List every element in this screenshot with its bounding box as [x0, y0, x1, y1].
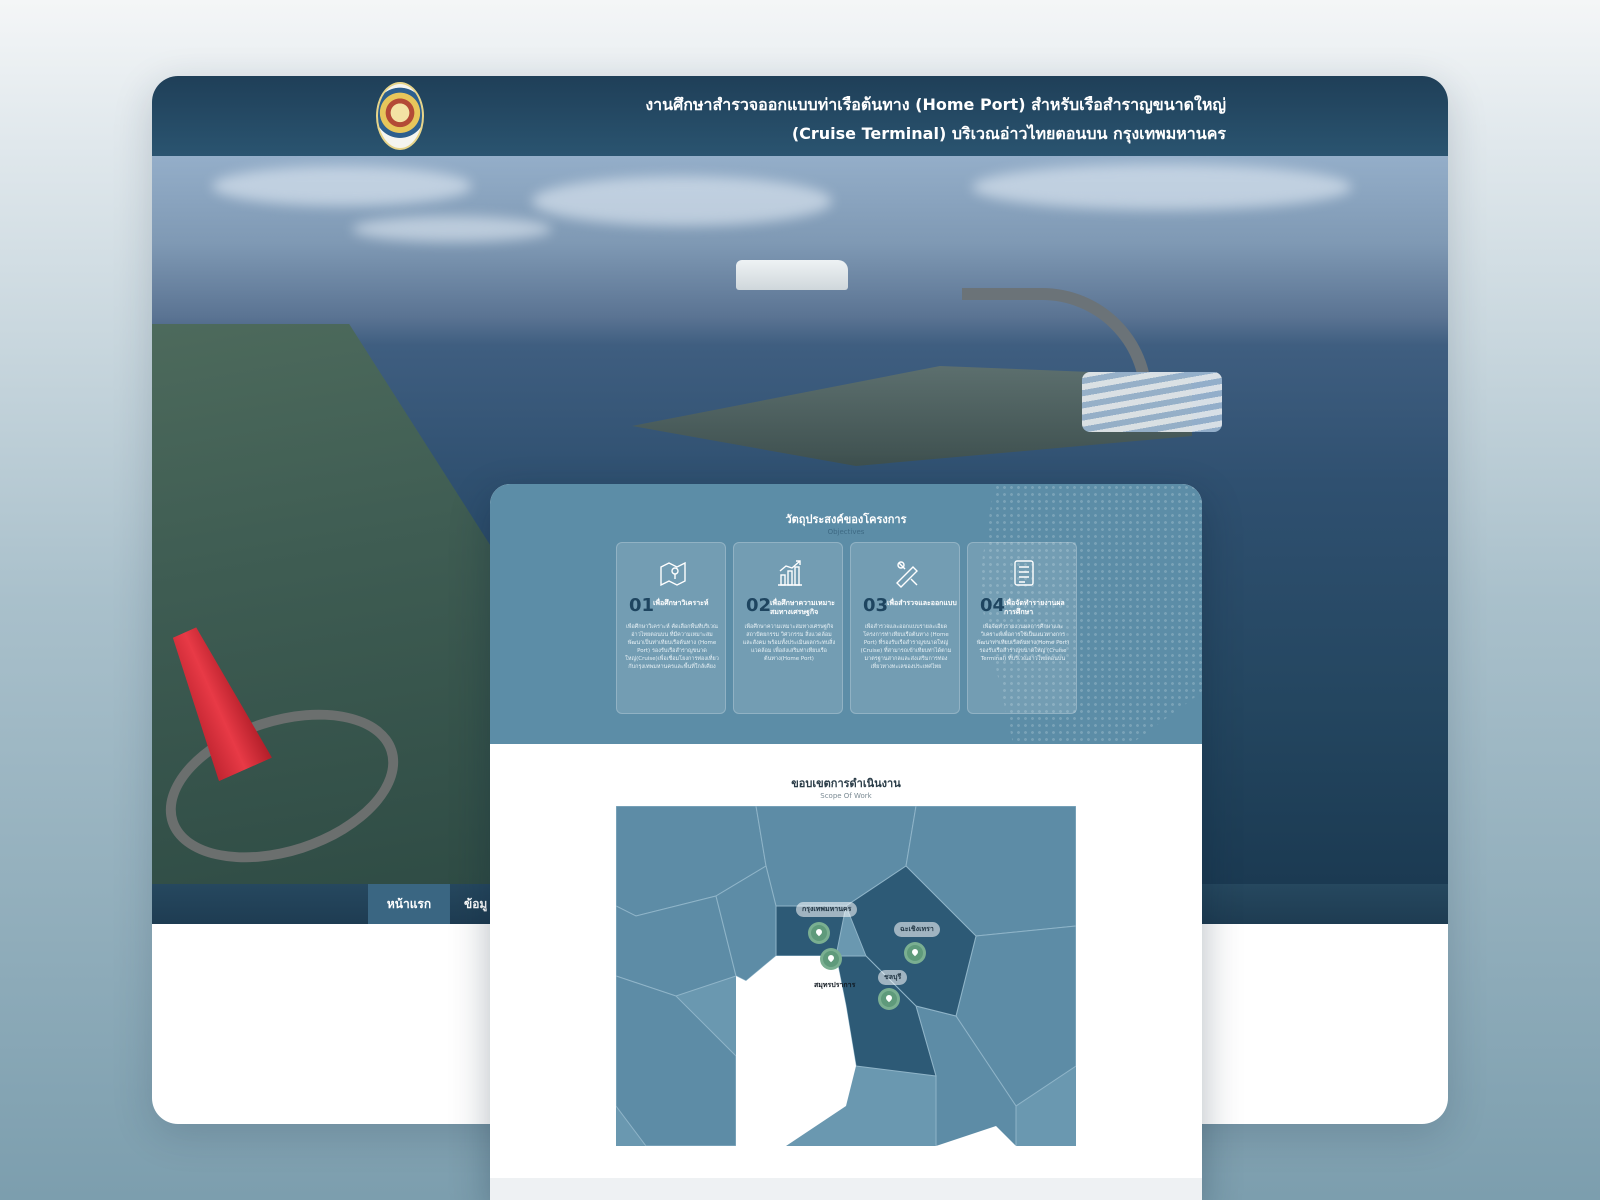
design-tools-icon	[896, 561, 918, 588]
map-label-bangkok: กรุงเทพมหานคร	[796, 902, 858, 917]
objective-description: เพื่อสำรวจและออกแบบรายละเอียดโครงการท่าเ…	[860, 624, 952, 670]
document-list-icon	[1014, 560, 1034, 586]
nav-info[interactable]: ข้อมู	[450, 884, 490, 924]
front-card-footer-strip	[490, 1178, 1202, 1200]
map-pin-chonburi[interactable]	[878, 988, 900, 1010]
province-map-svg	[616, 806, 1076, 1146]
objective-number: 04	[980, 595, 1006, 616]
objective-heading: เพื่อศึกษาวิเคราะห์	[653, 599, 709, 607]
site-title-line2: (Cruise Terminal) บริเวณอ่าวไทยตอนบน กรุ…	[791, 124, 1226, 143]
map-label-chachoengsao: ฉะเชิงเทรา	[894, 922, 940, 937]
objective-number: 02	[746, 595, 772, 616]
objective-description: เพื่อศึกษาวิเคราะห์ คัดเลือกพื้นที่บริเว…	[625, 624, 719, 670]
province-map[interactable]: กรุงเทพมหานคร ฉะเชิงเทรา ชลบุรี สมุทรปรา…	[616, 806, 1076, 1146]
map-pin-icon	[660, 561, 686, 587]
objective-card-4[interactable]: 04 เพื่อจัดทำรายงานผลการศึกษา เพื่อจัดทำ…	[967, 542, 1077, 714]
map-label-chonburi: ชลบุรี	[878, 970, 908, 985]
scope-subtitle: Scope Of Work	[820, 792, 872, 800]
objective-heading: เพื่อสำรวจและออกแบบ	[887, 599, 957, 607]
objectives-title: วัตถุประสงค์ของโครงการ	[785, 513, 907, 526]
objective-card-2[interactable]: 02 เพื่อศึกษาความเหมาะสมทางเศรษฐกิจ เพื่…	[733, 542, 843, 714]
objective-card-1[interactable]: 01 เพื่อศึกษาวิเคราะห์ เพื่อศึกษาวิเคราะ…	[616, 542, 726, 714]
government-seal-logo[interactable]	[376, 82, 424, 150]
objectives-subtitle: Objectives	[827, 528, 865, 536]
cruise-ship	[736, 260, 848, 290]
map-pin-samutprakan[interactable]	[820, 948, 842, 970]
site-title: งานศึกษาสำรวจออกแบบท่าเรือต้นทาง (Home P…	[526, 90, 1226, 148]
objective-heading: เพื่อศึกษาความเหมาะสมทางเศรษฐกิจ	[770, 599, 835, 616]
objectives-section: วัตถุประสงค์ของโครงการ Objectives 01 เพื…	[490, 484, 1202, 744]
objective-card-3[interactable]: 03 เพื่อสำรวจและออกแบบ เพื่อสำรวจและออกแ…	[850, 542, 960, 714]
marina-boats	[1082, 372, 1222, 432]
map-pin-chachoengsao[interactable]	[904, 942, 926, 964]
objective-heading: เพื่อจัดทำรายงานผลการศึกษา	[1004, 599, 1065, 616]
map-pin-bangkok[interactable]	[808, 922, 830, 944]
objective-description: เพื่อศึกษาความเหมาะสมทางเศรษฐกิจ สถาปัตย…	[742, 624, 836, 662]
map-label-samutprakan: สมุทรปราการ	[814, 981, 856, 989]
scope-title: ขอบเขตการดำเนินงาน	[791, 777, 901, 790]
nav-home[interactable]: หน้าแรก	[368, 884, 450, 924]
objective-number: 01	[629, 595, 655, 616]
bar-chart-icon	[778, 560, 802, 586]
website-preview-front: วัตถุประสงค์ของโครงการ Objectives 01 เพื…	[490, 484, 1202, 1200]
site-header: งานศึกษาสำรวจออกแบบท่าเรือต้นทาง (Home P…	[152, 76, 1448, 156]
objective-description: เพื่อจัดทำรายงานผลการศึกษาและวิเคราะห์เพ…	[976, 624, 1070, 662]
objective-number: 03	[863, 595, 889, 616]
site-title-line1: งานศึกษาสำรวจออกแบบท่าเรือต้นทาง (Home P…	[645, 95, 1226, 114]
